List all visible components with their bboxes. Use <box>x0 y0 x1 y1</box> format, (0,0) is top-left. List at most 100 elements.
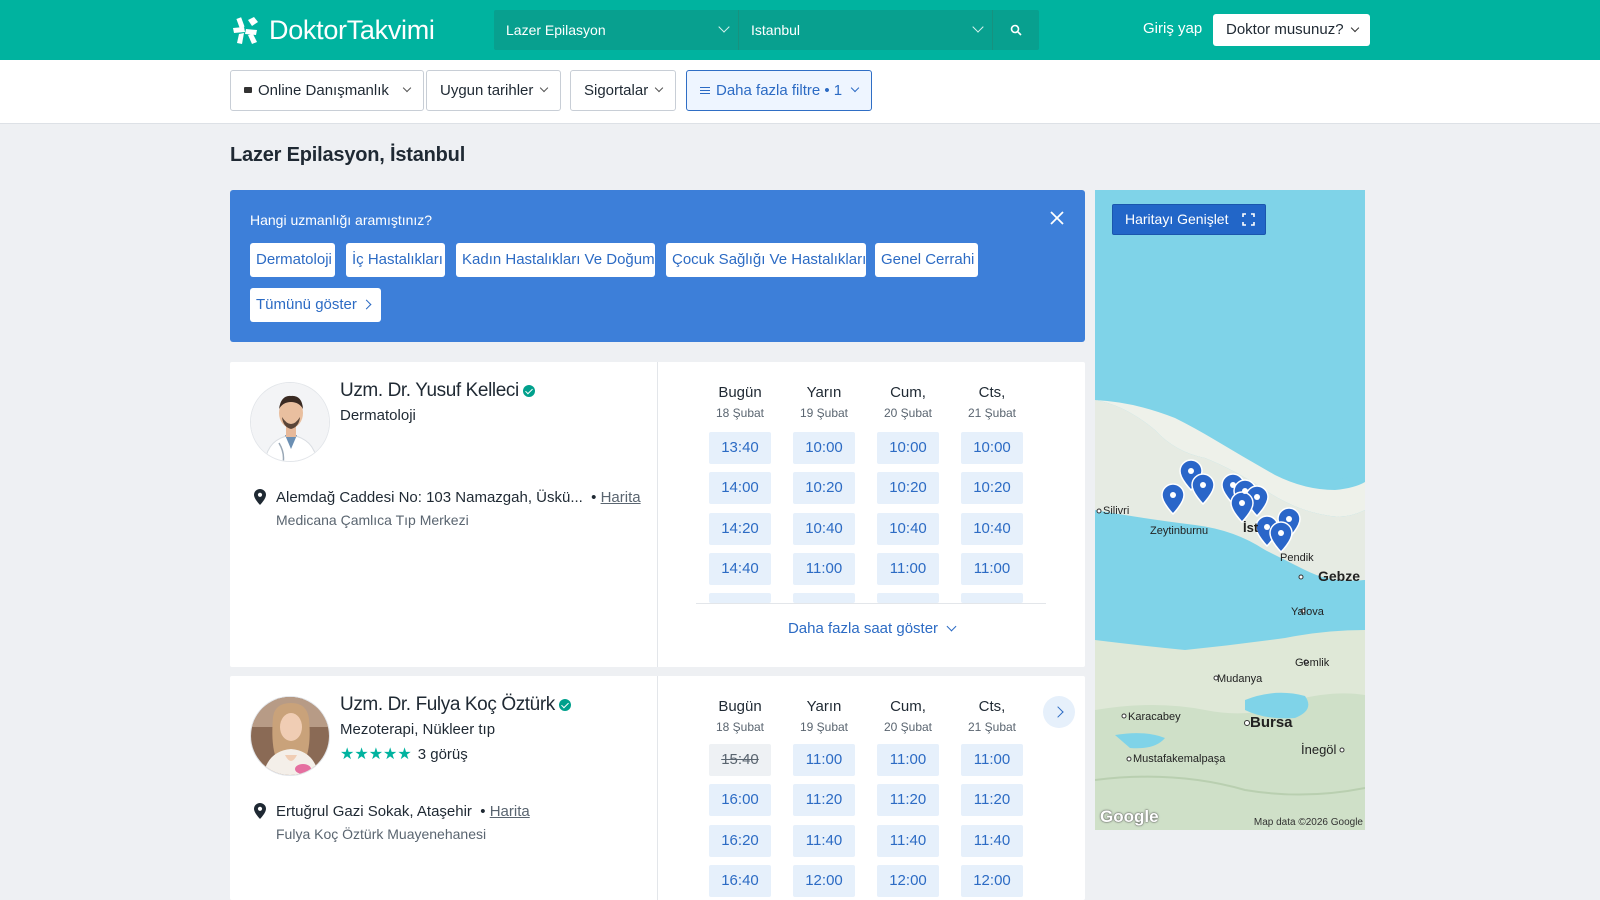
time-slot[interactable]: 16:40 <box>709 865 771 897</box>
time-slot[interactable]: 14:40 <box>709 553 771 585</box>
time-slot[interactable]: 12:00 <box>961 865 1023 897</box>
filter-more[interactable]: Daha fazla filtre • 1 <box>686 70 872 111</box>
time-slot[interactable]: 11:00 <box>877 744 939 776</box>
close-icon[interactable] <box>1049 210 1065 226</box>
results-map[interactable]: Haritayı Genişlet Silivri Zeytinburnu İs… <box>1095 190 1365 830</box>
show-more-hours-link[interactable]: Daha fazla saat göster <box>658 620 1085 637</box>
star-rating-icon: ★★★★★ <box>340 746 412 763</box>
video-camera-icon <box>244 87 252 94</box>
specialty-chip[interactable]: Çocuk Sağlığı Ve Hastalıkları <box>666 243 866 277</box>
specialty-select[interactable]: Lazer Epilasyon <box>494 10 739 50</box>
brand-name: DoktorTakvimi <box>269 14 435 45</box>
doctor-info: Uzm. Dr. Yusuf Kelleci Dermatoloji Alemd… <box>230 362 658 667</box>
time-slot[interactable]: 10:00 <box>961 432 1023 464</box>
city-select[interactable]: Istanbul <box>739 10 993 50</box>
chevron-down-icon <box>946 621 957 632</box>
map-place-label: Gemlik <box>1295 657 1330 669</box>
calendar-day: Yarın 19 Şubat <box>792 384 856 420</box>
time-slot[interactable]: 11:40 <box>793 825 855 857</box>
day-name: Yarın <box>806 698 842 715</box>
time-slot[interactable]: 11:00 <box>961 553 1023 585</box>
next-days-button[interactable] <box>1043 696 1075 728</box>
calendar-day: Bugün 18 Şubat <box>708 698 772 734</box>
filter-online-consultation[interactable]: Online Danışmanlık <box>230 70 424 111</box>
chevron-down-icon <box>539 83 549 93</box>
map-place-label: Pendik <box>1280 552 1314 564</box>
expand-map-button[interactable]: Haritayı Genişlet <box>1112 204 1266 235</box>
specialty-chip[interactable]: Kadın Hastalıkları Ve Doğum <box>456 243 655 277</box>
chevron-down-icon <box>972 21 984 33</box>
doctor-name[interactable]: Uzm. Dr. Yusuf Kelleci <box>340 380 535 402</box>
doctor-menu-button[interactable]: Doktor musunuz? <box>1213 14 1370 46</box>
verified-badge-icon <box>558 698 571 711</box>
appointment-calendar: Bugün 18 Şubat Yarın 19 Şubat Cum, 20 Şubat… <box>658 676 1085 900</box>
time-slot-unavailable: 15:40 <box>709 744 771 776</box>
map-place-label: Gebze <box>1318 568 1361 584</box>
time-slot[interactable]: 14:00 <box>709 472 771 504</box>
time-slot[interactable]: 11:20 <box>961 784 1023 816</box>
doctor-avatar[interactable] <box>250 696 330 776</box>
specialty-value: Lazer Epilasyon <box>506 22 606 38</box>
doctor-specialty: Mezoterapi, Nükleer tıp <box>340 721 496 738</box>
time-slot[interactable]: 10:00 <box>793 432 855 464</box>
map-attribution[interactable]: Map data ©2026 Google <box>1254 817 1363 828</box>
time-slot[interactable]: 10:40 <box>793 513 855 545</box>
time-slot[interactable]: 12:00 <box>793 865 855 897</box>
specialty-chip[interactable]: Genel Cerrahi <box>875 243 978 277</box>
map-place-label: Mustafakemalpaşa <box>1133 753 1226 765</box>
time-slot[interactable]: 10:20 <box>877 472 939 504</box>
search-box: Lazer Epilasyon Istanbul <box>494 10 1039 50</box>
chevron-down-icon <box>654 83 664 93</box>
day-name: Yarın <box>806 384 842 401</box>
day-date: 20 Şubat <box>883 720 933 734</box>
doctor-avatar[interactable] <box>250 382 330 462</box>
time-slot[interactable]: 16:00 <box>709 784 771 816</box>
day-date: 19 Şubat <box>799 720 849 734</box>
time-slot[interactable]: 10:20 <box>793 472 855 504</box>
time-slot[interactable]: 14:20 <box>709 513 771 545</box>
time-slot[interactable]: 10:40 <box>877 513 939 545</box>
verified-badge-icon <box>522 384 535 397</box>
time-slot[interactable]: 11:00 <box>793 744 855 776</box>
time-slot[interactable]: 11:40 <box>961 825 1023 857</box>
time-slot[interactable]: 13:40 <box>709 432 771 464</box>
time-slot[interactable]: 11:00 <box>793 553 855 585</box>
doctor-name-text: Uzm. Dr. Fulya Koç Öztürk <box>340 694 555 715</box>
map-place-label: İnegöl <box>1301 742 1337 757</box>
search-icon <box>1010 24 1022 36</box>
specialty-question: Hangi uzmanlığı aramıştınız? <box>250 212 433 228</box>
specialty-suggestion-panel: Hangi uzmanlığı aramıştınız? Dermatoloji… <box>230 190 1085 342</box>
time-slot[interactable]: 16:20 <box>709 825 771 857</box>
day-name: Cum, <box>890 384 926 401</box>
time-slot[interactable]: 12:00 <box>877 865 939 897</box>
search-button[interactable] <box>993 10 1039 50</box>
day-date: 20 Şubat <box>883 406 933 420</box>
calendar-day: Cum, 20 Şubat <box>876 384 940 420</box>
time-slot[interactable]: 11:00 <box>877 553 939 585</box>
time-slot[interactable]: 11:00 <box>961 744 1023 776</box>
time-slot[interactable]: 10:00 <box>877 432 939 464</box>
specialty-chip[interactable]: Dermatoloji <box>250 243 335 277</box>
doctor-rating[interactable]: ★★★★★ 3 görüş <box>340 744 468 764</box>
logo[interactable]: DoktorTakvimi <box>230 14 435 46</box>
sliders-icon <box>700 86 710 94</box>
map-link[interactable]: Harita <box>601 489 641 506</box>
location-pin-icon <box>254 803 266 819</box>
day-name: Cts, <box>978 698 1006 715</box>
time-slot[interactable]: 11:20 <box>793 784 855 816</box>
time-slot[interactable]: 11:20 <box>877 784 939 816</box>
time-slot[interactable]: 10:40 <box>961 513 1023 545</box>
filter-label: Daha fazla filtre • 1 <box>716 82 843 99</box>
filter-insurance[interactable]: Sigortalar <box>570 70 676 111</box>
time-slot[interactable]: 10:20 <box>961 472 1023 504</box>
doctor-card: Uzm. Dr. Fulya Koç Öztürk Mezoterapi, Nü… <box>230 676 1085 900</box>
specialty-chip[interactable]: İç Hastalıkları <box>346 243 445 277</box>
calendar-day: Bugün 18 Şubat <box>708 384 772 420</box>
doctor-name[interactable]: Uzm. Dr. Fulya Koç Öztürk <box>340 694 571 716</box>
show-all-button[interactable]: Tümünü göster <box>250 288 381 322</box>
filter-available-dates[interactable]: Uygun tarihler <box>426 70 561 111</box>
time-slot[interactable]: 11:40 <box>877 825 939 857</box>
map-link[interactable]: Harita <box>490 803 530 820</box>
login-link[interactable]: Giriş yap <box>1143 20 1202 37</box>
chevron-down-icon <box>718 21 730 33</box>
